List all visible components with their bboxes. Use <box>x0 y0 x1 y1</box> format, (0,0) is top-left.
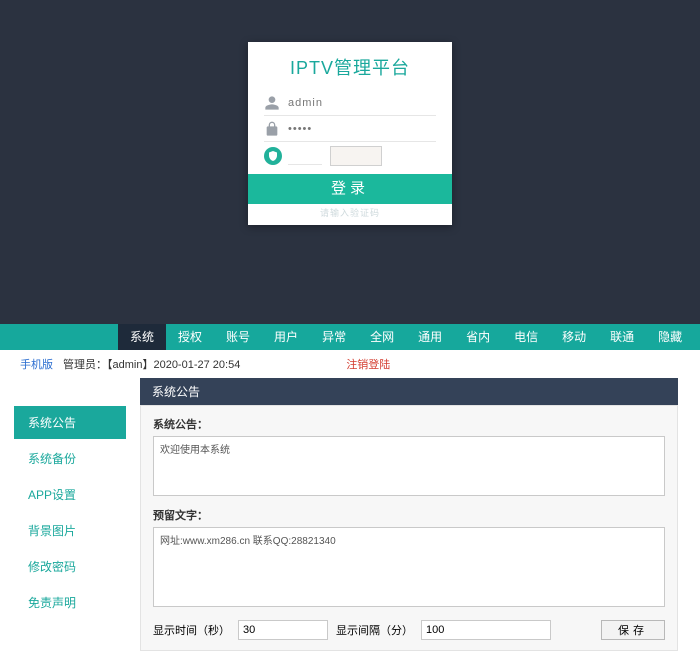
captcha-image[interactable] <box>330 146 382 166</box>
body-row: 系统公告系统备份APP设置背景图片修改密码免责声明 系统公告 系统公告： 预留文… <box>0 378 700 665</box>
display-interval-label: 显示间隔（分） <box>336 622 413 638</box>
panel-body: 系统公告： 预留文字： 显示时间（秒） 显示间隔（分） 保存 <box>140 405 678 651</box>
captcha-input[interactable] <box>288 147 322 165</box>
admin-label: 管理员：【admin】2020-01-27 20:54 <box>63 356 240 372</box>
reserved-textarea[interactable] <box>153 527 665 607</box>
nav-item-2[interactable]: 账号 <box>214 324 262 350</box>
display-time-label: 显示时间（秒） <box>153 622 230 638</box>
login-button[interactable]: 登录 <box>248 174 452 204</box>
top-nav: 系统授权账号用户异常全网通用省内电信移动联通隐藏 <box>0 324 700 350</box>
lock-icon <box>264 121 280 137</box>
side-item-1[interactable]: 系统备份 <box>14 442 126 475</box>
panel-header: 系统公告 <box>140 378 678 405</box>
nav-item-10[interactable]: 联通 <box>598 324 646 350</box>
display-interval-input[interactable] <box>421 620 551 640</box>
nav-item-8[interactable]: 电信 <box>502 324 550 350</box>
admin-wrap: 系统授权账号用户异常全网通用省内电信移动联通隐藏 手机版 管理员：【admin】… <box>0 324 700 665</box>
login-backdrop: IPTV管理平台 登录 请输入验证码 <box>0 0 700 324</box>
side-menu: 系统公告系统备份APP设置背景图片修改密码免责声明 <box>0 378 140 622</box>
display-time-input[interactable] <box>238 620 328 640</box>
side-item-2[interactable]: APP设置 <box>14 478 126 511</box>
login-title: IPTV管理平台 <box>248 42 452 90</box>
password-input[interactable] <box>288 123 436 135</box>
nav-item-0[interactable]: 系统 <box>118 324 166 350</box>
side-item-4[interactable]: 修改密码 <box>14 550 126 583</box>
side-item-5[interactable]: 免责声明 <box>14 586 126 619</box>
mobile-link[interactable]: 手机版 <box>20 356 53 372</box>
password-row <box>264 116 436 142</box>
username-row <box>264 90 436 116</box>
nav-item-7[interactable]: 省内 <box>454 324 502 350</box>
nav-item-4[interactable]: 异常 <box>310 324 358 350</box>
announcement-label: 系统公告： <box>153 416 665 432</box>
info-bar: 手机版 管理员：【admin】2020-01-27 20:54 注销登陆 <box>0 350 700 378</box>
announcement-textarea[interactable] <box>153 436 665 496</box>
bottom-row: 显示时间（秒） 显示间隔（分） 保存 <box>153 620 665 640</box>
user-icon <box>264 95 280 111</box>
reserved-label: 预留文字： <box>153 507 665 523</box>
nav-item-1[interactable]: 授权 <box>166 324 214 350</box>
nav-item-11[interactable]: 隐藏 <box>646 324 694 350</box>
nav-item-3[interactable]: 用户 <box>262 324 310 350</box>
shield-icon <box>264 147 282 165</box>
captcha-row <box>264 142 436 174</box>
save-button[interactable]: 保存 <box>601 620 665 640</box>
side-item-0[interactable]: 系统公告 <box>14 406 126 439</box>
login-card: IPTV管理平台 登录 请输入验证码 <box>248 42 452 225</box>
username-input[interactable] <box>288 97 436 109</box>
logout-link[interactable]: 注销登陆 <box>346 356 390 372</box>
login-hint: 请输入验证码 <box>248 204 452 225</box>
content-panel: 系统公告 系统公告： 预留文字： 显示时间（秒） 显示间隔（分） 保存 <box>140 378 678 651</box>
nav-item-6[interactable]: 通用 <box>406 324 454 350</box>
nav-item-5[interactable]: 全网 <box>358 324 406 350</box>
nav-item-9[interactable]: 移动 <box>550 324 598 350</box>
side-item-3[interactable]: 背景图片 <box>14 514 126 547</box>
